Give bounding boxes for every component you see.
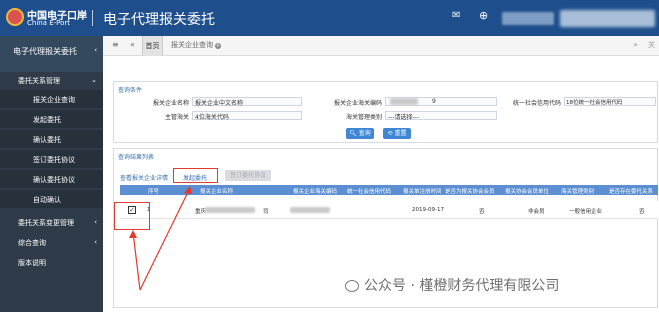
watermark: 公众号 · 槿橙财务代理有限公司 xyxy=(345,275,559,295)
annotation-arrow xyxy=(129,186,192,291)
wechat-icon xyxy=(345,280,359,292)
watermark-text: 公众号 · 槿橙财务代理有限公司 xyxy=(364,278,560,294)
